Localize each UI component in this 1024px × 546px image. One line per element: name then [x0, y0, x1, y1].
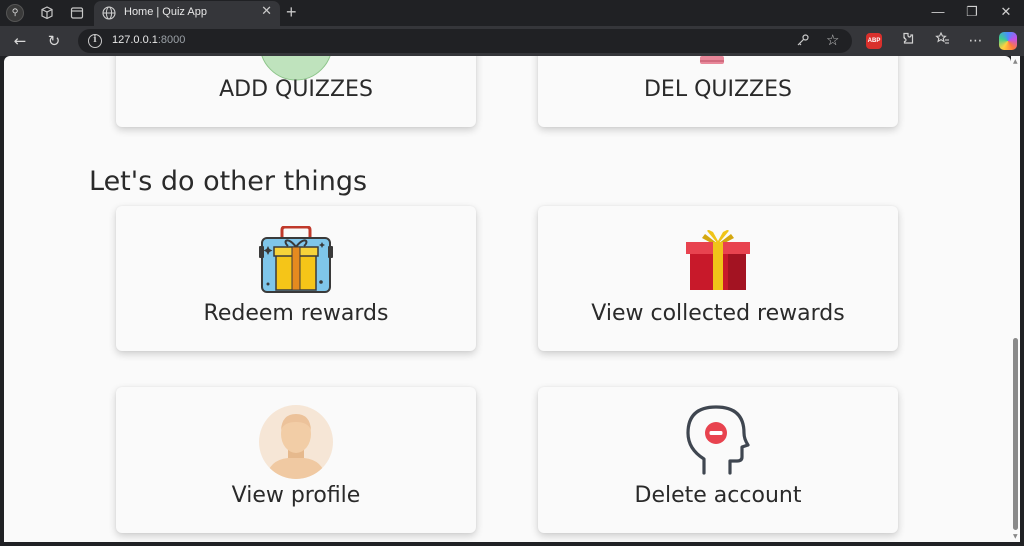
url-text: 127.0.0.1:8000 [112, 34, 186, 46]
remove-user-head-icon [686, 405, 750, 475]
add-quizzes-card[interactable]: ADD QUIZZES [116, 56, 476, 127]
browser-tab-bar: ⚲ Home | Quiz App ✕ + — ❐ ✕ [0, 0, 1024, 26]
redeem-rewards-card[interactable]: Redeem rewards [116, 206, 476, 351]
scroll-thumb[interactable] [1013, 338, 1018, 530]
reload-icon[interactable]: ↻ [44, 31, 64, 51]
user-avatar-icon [259, 405, 333, 479]
delete-account-card[interactable]: Delete account [538, 387, 898, 533]
scroll-down-arrow-icon[interactable]: ▼ [1013, 533, 1018, 540]
card-label: View collected rewards [591, 301, 845, 326]
card-label: Delete account [634, 483, 802, 508]
restore-button[interactable]: ❐ [962, 3, 982, 21]
copilot-icon[interactable] [999, 32, 1017, 50]
close-window-button[interactable]: ✕ [996, 3, 1016, 21]
page-scrollbar[interactable]: ▲ ▼ [1011, 56, 1020, 542]
favorites-icon[interactable] [932, 31, 952, 51]
gift-bag-icon [259, 226, 333, 293]
browser-toolbar: ← ↻ i 127.0.0.1:8000 ☆ ABP ⋯ [0, 26, 1024, 56]
card-label: DEL QUIZZES [643, 77, 792, 102]
site-info-icon[interactable]: i [88, 34, 102, 48]
section-title: Let's do other things [89, 166, 368, 197]
tab-close-icon[interactable]: ✕ [261, 5, 272, 19]
card-label: View profile [231, 483, 361, 508]
scroll-up-arrow-icon[interactable]: ▲ [1013, 58, 1018, 65]
page-viewport: ADD QUIZZES DEL QUIZZES Let's do other t… [4, 56, 1011, 542]
more-menu-icon[interactable]: ⋯ [966, 31, 986, 51]
tab-title: Home | Quiz App [124, 6, 207, 18]
active-tab[interactable]: Home | Quiz App ✕ [94, 1, 280, 26]
delete-quiz-icon [700, 56, 724, 64]
globe-icon [102, 6, 116, 20]
view-collected-rewards-card[interactable]: View collected rewards [538, 206, 898, 351]
gift-box-icon [686, 230, 750, 290]
del-quizzes-card[interactable]: DEL QUIZZES [538, 56, 898, 127]
key-icon[interactable] [796, 33, 810, 51]
extensions-icon[interactable] [896, 31, 916, 51]
tab-actions-icon[interactable] [68, 4, 86, 22]
favorite-star-icon[interactable]: ☆ [826, 31, 839, 49]
minimize-button[interactable]: — [928, 3, 948, 21]
new-tab-button[interactable]: + [286, 2, 297, 22]
view-profile-card[interactable]: View profile [116, 387, 476, 533]
browser-profile-icon[interactable]: ⚲ [6, 4, 24, 22]
address-bar[interactable]: i 127.0.0.1:8000 ☆ [78, 29, 852, 53]
card-label: Redeem rewards [203, 301, 389, 326]
back-arrow-icon[interactable]: ← [10, 31, 30, 51]
workspaces-icon[interactable] [38, 4, 56, 22]
adblock-extension-icon[interactable]: ABP [866, 33, 882, 49]
card-label: ADD QUIZZES [219, 77, 373, 102]
